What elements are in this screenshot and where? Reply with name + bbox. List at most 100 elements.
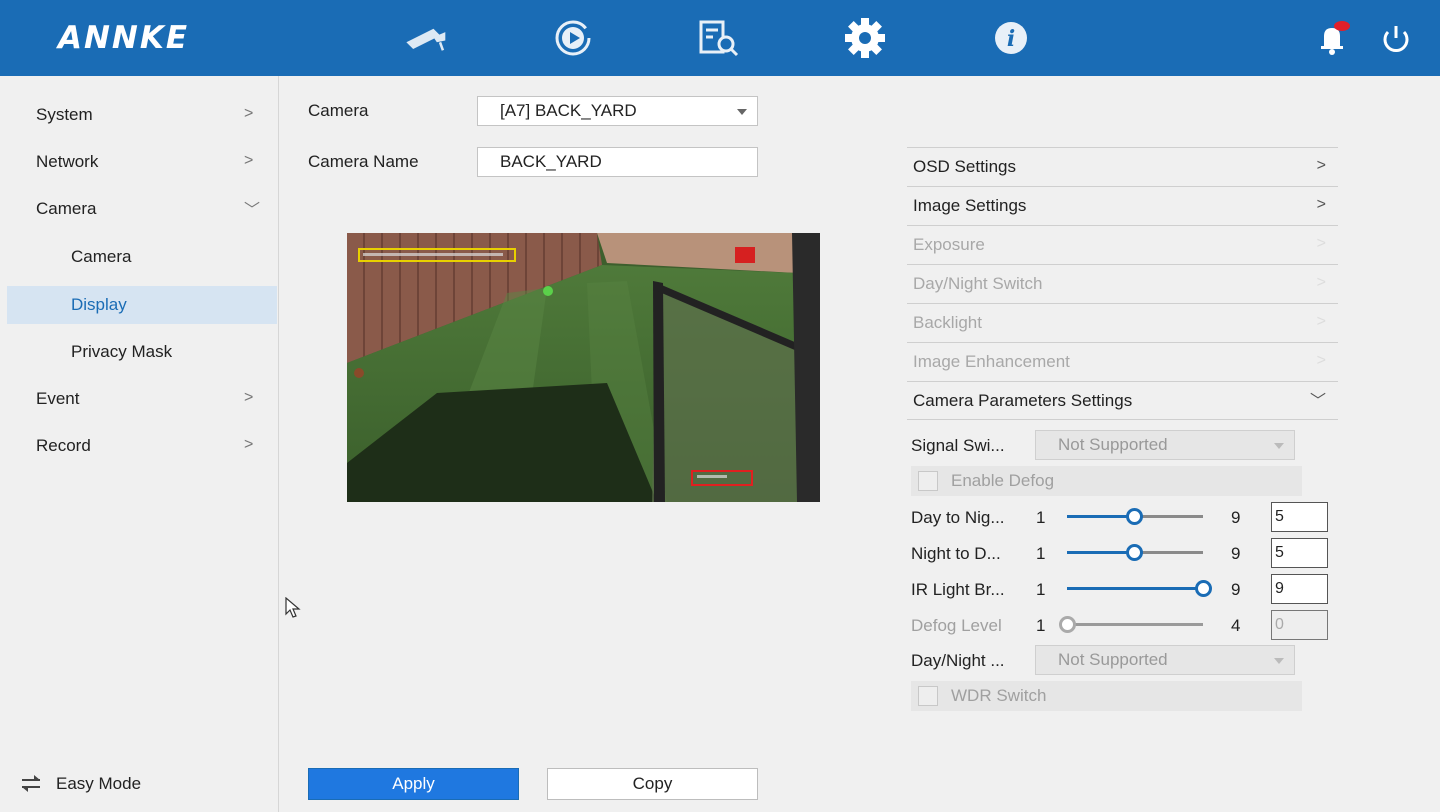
sidebar-item-label: System [36,105,93,124]
ir-light-max: 9 [1231,580,1241,599]
defog-level-min: 1 [1036,616,1046,635]
chevron-right-icon: > [244,436,254,453]
defog-level-max: 4 [1231,616,1241,635]
section-label: Backlight [913,313,982,332]
annke-logo: ANNKE [58,20,190,56]
day-to-night-label: Day to Nig... [911,508,1005,527]
sidebar-item-label: Network [36,152,99,171]
chevron-right-icon: > [244,105,254,122]
camera-icon[interactable] [403,18,447,58]
gear-icon[interactable] [843,18,887,58]
day-to-night-min: 1 [1036,508,1046,527]
bell-icon[interactable] [1310,18,1354,58]
mouse-cursor-icon [285,596,301,624]
info-icon[interactable]: i [989,18,1033,58]
defog-level-value: 0 [1275,616,1284,633]
sidebar: System > Network > Camera ﹀ Camera Displ… [0,76,279,812]
enable-defog-checkbox[interactable] [918,471,938,491]
sidebar-item-label: Record [36,436,91,455]
defog-level-input: 0 [1271,610,1328,640]
sidebar-subitem-display[interactable]: Display [7,286,277,324]
signal-switch-value: Not Supported [1058,435,1168,454]
section-label: Day/Night Switch [913,274,1043,293]
enable-defog-row[interactable]: Enable Defog [911,466,1302,496]
slider-fill [1067,551,1134,554]
section-label: Camera Parameters Settings [913,391,1133,410]
ir-light-slider[interactable] [1067,580,1212,597]
sidebar-item-label: Display [71,295,127,314]
svg-text:i: i [1007,26,1015,52]
section-osd-settings[interactable]: OSD Settings > [907,147,1338,186]
sidebar-item-label: Camera [71,247,132,266]
apply-button[interactable]: Apply [308,768,519,800]
ir-light-value: 9 [1275,580,1284,597]
sidebar-item-label: Camera [36,199,97,218]
section-day-night-switch: Day/Night Switch > [907,264,1338,303]
slider-thumb[interactable] [1126,508,1143,525]
top-bar: ANNKE i [0,0,1440,76]
night-to-day-min: 1 [1036,544,1046,563]
playback-icon[interactable] [551,18,595,58]
slider-fill [1067,587,1203,590]
chevron-right-icon: > [1316,274,1326,291]
signal-switch-label: Signal Swi... [911,436,1005,455]
wdr-switch-checkbox[interactable] [918,686,938,706]
dropdown-arrow-icon [1274,443,1284,449]
day-to-night-slider[interactable] [1067,508,1203,525]
copy-button[interactable]: Copy [547,768,758,800]
camera-name-label: Camera Name [308,152,419,171]
day-night-select[interactable]: Not Supported [1035,645,1295,675]
signal-switch-select[interactable]: Not Supported [1035,430,1295,460]
chevron-right-icon: > [1316,235,1326,252]
chevron-right-icon: > [244,389,254,406]
section-camera-parameters[interactable]: Camera Parameters Settings ﹀ [907,381,1338,420]
day-night-value: Not Supported [1058,650,1168,669]
camera-select[interactable]: [A7] BACK_YARD [477,96,758,126]
easy-mode-label: Easy Mode [56,774,142,793]
sidebar-item-system[interactable]: System > [0,96,279,134]
search-file-icon[interactable] [697,18,741,58]
night-to-day-input[interactable]: 5 [1271,538,1328,568]
sidebar-subitem-privacy-mask[interactable]: Privacy Mask [0,333,279,371]
slider-thumb [1059,616,1076,633]
chevron-right-icon: > [1316,352,1326,369]
slider-thumb[interactable] [1126,544,1143,561]
sidebar-item-network[interactable]: Network > [0,143,279,181]
chevron-right-icon: > [1316,196,1326,213]
ir-light-input[interactable]: 9 [1271,574,1328,604]
camera-name-input[interactable]: BACK_YARD [477,147,758,177]
section-image-settings[interactable]: Image Settings > [907,186,1338,225]
camera-label: Camera [308,101,369,120]
camera-select-value: [A7] BACK_YARD [500,101,637,120]
chevron-right-icon: > [244,152,254,169]
camera-name-value: BACK_YARD [500,152,602,171]
sidebar-item-label: Event [36,389,80,408]
defog-level-slider [1059,616,1203,633]
sidebar-item-label: Privacy Mask [71,342,173,361]
sidebar-item-camera[interactable]: Camera ﹀ [0,190,279,228]
section-label: OSD Settings [913,157,1016,176]
easy-mode-button[interactable]: Easy Mode [20,774,141,794]
power-icon[interactable] [1374,18,1418,58]
night-to-day-label: Night to D... [911,544,1001,563]
dropdown-arrow-icon [1274,658,1284,664]
sidebar-subitem-camera[interactable]: Camera [0,238,279,276]
wdr-switch-row[interactable]: WDR Switch [911,681,1302,711]
wdr-switch-label: WDR Switch [951,686,1047,705]
slider-thumb[interactable] [1195,580,1212,597]
night-to-day-slider[interactable] [1067,544,1203,561]
section-label: Image Settings [913,196,1027,215]
section-label: Image Enhancement [913,352,1070,371]
night-to-day-value: 5 [1275,544,1284,561]
defog-level-label: Defog Level [911,616,1002,635]
section-backlight: Backlight > [907,303,1338,342]
sidebar-item-event[interactable]: Event > [0,380,279,418]
day-to-night-input[interactable]: 5 [1271,502,1328,532]
night-to-day-max: 9 [1231,544,1241,563]
day-to-night-max: 9 [1231,508,1241,527]
section-exposure: Exposure > [907,225,1338,264]
section-divider [907,419,1338,420]
swap-arrows-icon [22,775,40,792]
sidebar-item-record[interactable]: Record > [0,427,279,465]
camera-preview[interactable] [347,233,820,502]
